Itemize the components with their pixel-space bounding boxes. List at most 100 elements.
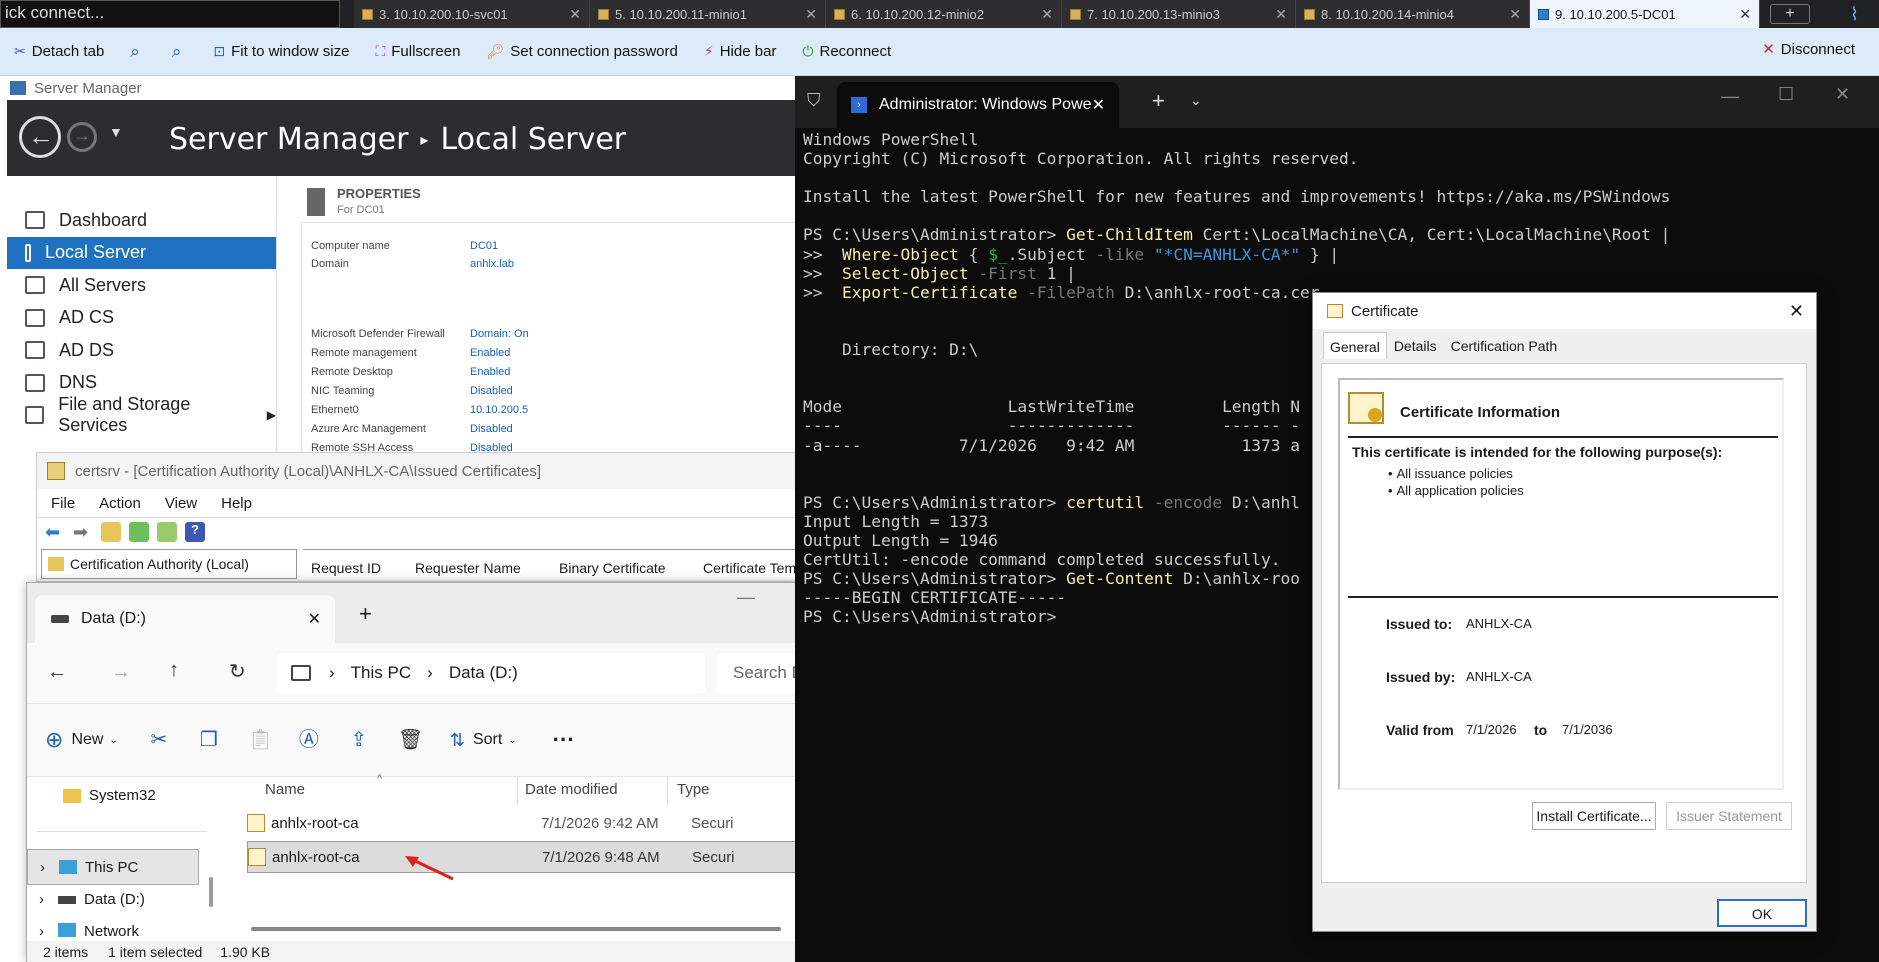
close-icon[interactable]: ✕ [1275,6,1287,23]
close-icon[interactable]: ✕ [1092,95,1105,115]
export-icon[interactable] [157,521,177,542]
terminal-tab[interactable]: › Administrator: Windows Powe ✕ [837,82,1119,128]
more-options-icon[interactable]: ··· [553,727,575,753]
column-request-id[interactable]: Request ID [311,560,381,576]
tab-minio3[interactable]: 7. 10.10.200.13-minio3 ✕ [1062,0,1296,28]
tab-certification-path[interactable]: Certification Path [1444,331,1565,359]
horizontal-scrollbar[interactable] [251,927,781,931]
new-tab-button[interactable]: + [359,601,372,627]
menu-view[interactable]: View [165,495,197,512]
new-button[interactable]: ⊕ New ⌄ [45,727,118,753]
prop-value-link[interactable]: Domain: On [470,328,529,340]
ok-button[interactable]: OK [1717,899,1807,927]
search-input[interactable]: Search D [717,653,797,693]
sidebar-item-all-servers[interactable]: All Servers [7,269,276,302]
new-tab-icon[interactable]: + [1152,88,1165,114]
history-dropdown-icon[interactable]: ▼ [109,124,123,140]
menu-file[interactable]: File [51,495,75,512]
column-certificate-template[interactable]: Certificate Tem [703,560,796,576]
up-folder-icon[interactable] [101,521,121,542]
install-certificate-button[interactable]: Install Certificate... [1532,802,1656,830]
close-icon[interactable]: ✕ [1739,6,1751,23]
back-button[interactable]: ← [19,116,61,158]
zoom-in-button[interactable]: ⌕ [130,42,146,62]
address-bar[interactable]: › This PC › Data (D:) [277,653,705,693]
explorer-tab[interactable]: Data (D:) ✕ [35,595,335,643]
set-password-button[interactable]: 🔑︎ Set connection password [486,43,677,60]
fullscreen-button[interactable]: ⛶ Fullscreen [375,43,460,60]
column-binary-certificate[interactable]: Binary Certificate [559,560,666,576]
chevron-right-icon[interactable]: › [40,859,45,876]
close-icon[interactable]: ✕ [1789,301,1804,322]
tab-svc01[interactable]: 3. 10.10.200.10-svc01 ✕ [354,0,590,28]
detach-tab-button[interactable]: ✂ Detach tab [14,43,104,60]
chevron-right-icon[interactable]: ▶ [267,408,276,422]
help-icon[interactable]: ? [185,521,205,542]
zoom-out-button[interactable]: ⌕ [172,42,188,62]
chevron-down-icon[interactable]: ⌄ [1190,92,1202,109]
prop-value-link[interactable]: Enabled [470,366,510,378]
menu-action[interactable]: Action [99,495,141,512]
arrow-up-icon[interactable]: ↑ [169,659,179,682]
menu-help[interactable]: Help [221,495,252,512]
prop-value-link[interactable]: anhlx.lab [470,258,514,270]
back-arrow-icon[interactable]: ⬅ [45,522,65,542]
sidebar-item-ad-cs[interactable]: AD CS [7,302,276,335]
tab-minio1[interactable]: 5. 10.10.200.11-minio1 ✕ [590,0,826,28]
nav-item-data-drive[interactable]: › Data (D:) [39,891,145,908]
minimize-icon[interactable]: — [1721,86,1739,107]
close-icon[interactable]: ✕ [308,609,321,629]
tab-minio4[interactable]: 8. 10.10.200.14-minio4 ✕ [1296,0,1530,28]
quick-connect-input[interactable]: ick connect... [0,0,340,28]
tab-dc01[interactable]: 9. 10.10.200.5-DC01 ✕ [1530,0,1760,28]
arrow-right-icon[interactable]: → [111,661,131,684]
refresh-icon[interactable] [129,521,149,542]
close-icon[interactable]: ✕ [1041,6,1053,23]
column-divider[interactable] [667,777,668,805]
minimize-icon[interactable]: — [737,587,755,608]
disconnect-button[interactable]: ✕ Disconnect [1762,40,1855,59]
close-icon[interactable]: ✕ [1509,6,1521,23]
file-row-selected[interactable]: anhlx-root-ca 7/1/2026 9:48 AM Securi [247,841,807,873]
path-segment[interactable]: This PC [351,663,411,683]
fit-window-button[interactable]: ⊡ Fit to window size [213,43,349,60]
issuer-statement-button[interactable]: Issuer Statement [1666,802,1792,830]
column-divider[interactable] [517,777,518,805]
tab-general[interactable]: General [1323,332,1387,359]
nav-item-system32[interactable]: System32 [63,787,156,804]
path-segment[interactable]: Data (D:) [449,663,518,683]
maximize-icon[interactable]: ☐ [1778,84,1794,105]
forward-button[interactable]: → [67,122,97,152]
nav-item-this-pc[interactable]: › This PC [27,849,199,885]
column-name[interactable]: Name [265,781,305,798]
arrow-left-icon[interactable]: ← [47,661,67,684]
rename-icon[interactable]: Ⓐ [298,729,320,751]
close-window-icon[interactable]: ✕ [1835,84,1850,105]
file-row[interactable]: anhlx-root-ca 7/1/2026 9:42 AM Securi [247,807,807,839]
paperclip-icon[interactable]: ⌇ [1850,4,1859,25]
reconnect-button[interactable]: ⏻ Reconnect [802,43,891,60]
prop-value-link[interactable]: 10.10.200.5 [470,404,528,416]
close-icon[interactable]: ✕ [569,6,581,23]
sidebar-item-local-server[interactable]: Local Server [7,236,276,269]
tab-minio2[interactable]: 6. 10.10.200.12-minio2 ✕ [826,0,1062,28]
chevron-right-icon[interactable]: › [39,891,44,908]
prop-value-link[interactable]: Enabled [470,347,510,359]
nav-item-network[interactable]: › Network [39,923,139,941]
close-icon[interactable]: ✕ [805,6,817,23]
prop-value-link[interactable]: DC01 [470,240,498,252]
share-icon[interactable]: ⇪ [348,729,370,751]
sidebar-item-dashboard[interactable]: Dashboard [7,204,276,237]
tab-details[interactable]: Details [1387,331,1444,359]
paste-icon[interactable]: 📋︎ [248,729,273,751]
forward-arrow-icon[interactable]: ➡ [73,522,93,542]
column-type[interactable]: Type [677,781,710,798]
sort-button[interactable]: ⇅ Sort ⌄ [450,730,517,751]
hide-bar-button[interactable]: ⚡︎ Hide bar [704,43,777,60]
nav-scrollbar[interactable] [209,877,213,907]
prop-value-link[interactable]: Disabled [470,423,513,435]
delete-icon[interactable]: 🗑︎ [398,729,423,751]
column-requester-name[interactable]: Requester Name [415,560,521,576]
refresh-icon[interactable]: ↻ [229,659,246,684]
cut-icon[interactable]: ✂ [148,729,170,751]
